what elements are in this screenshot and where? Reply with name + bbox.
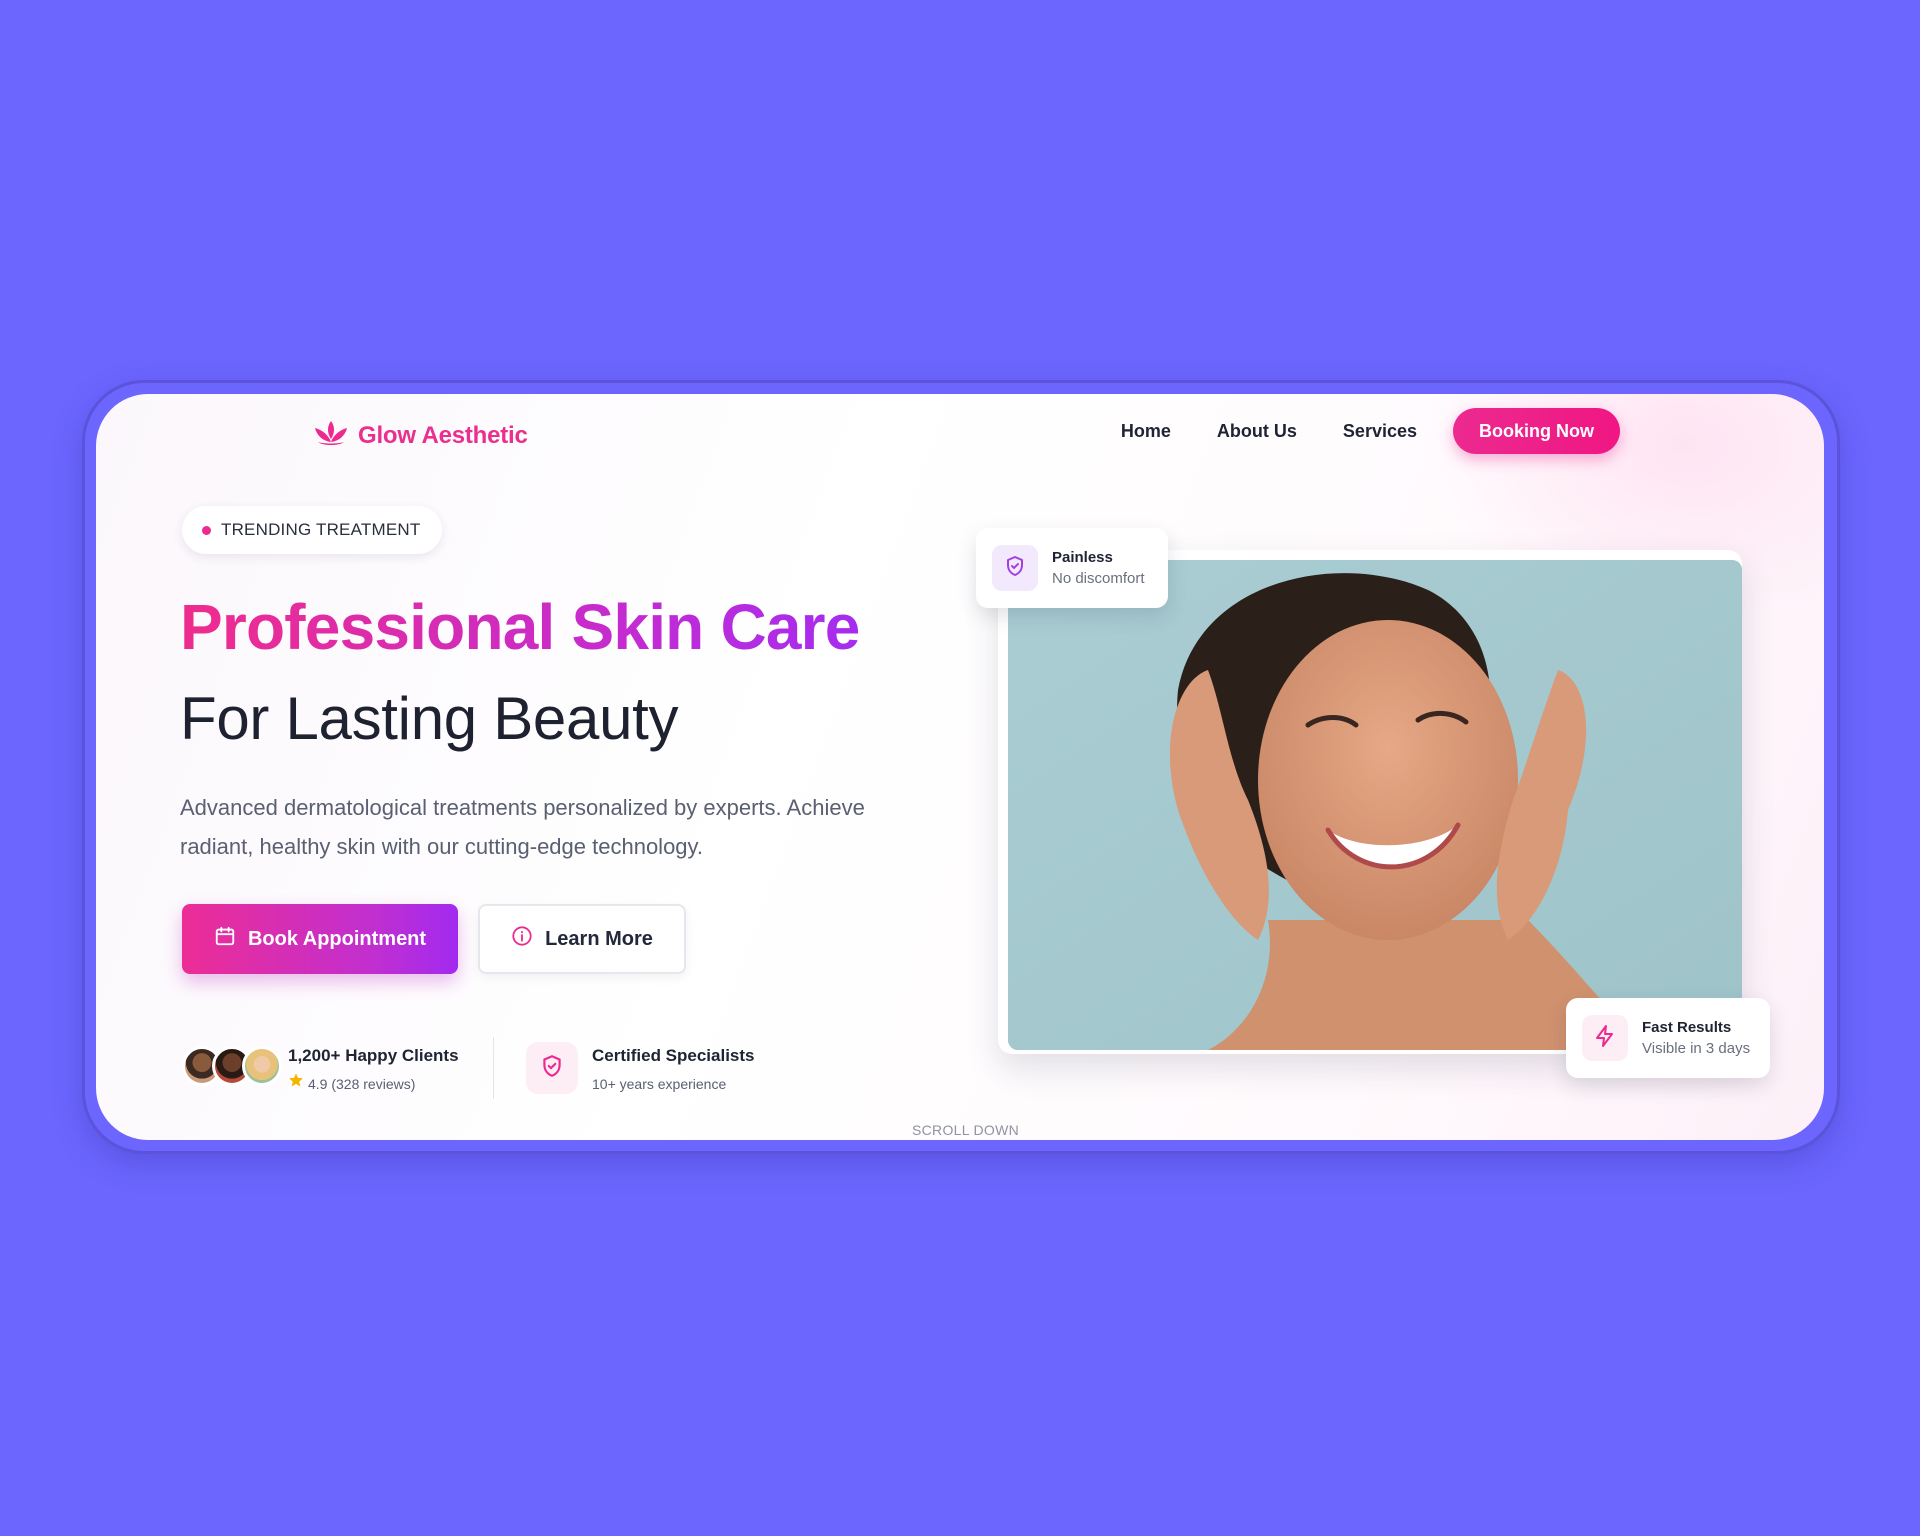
stats-divider xyxy=(493,1037,494,1099)
booking-now-button[interactable]: Booking Now xyxy=(1453,408,1620,454)
painless-card: Painless No discomfort xyxy=(976,528,1168,608)
nav-link-home[interactable]: Home xyxy=(1121,421,1171,442)
hero-photo-card xyxy=(998,550,1742,1054)
hero-title: Professional Skin Care xyxy=(180,591,860,663)
info-icon xyxy=(511,925,533,953)
badge-dot xyxy=(202,525,211,535)
fast-results-card: Fast Results Visible in 3 days xyxy=(1566,998,1770,1078)
certified-subtitle: 10+ years experience xyxy=(592,1076,727,1092)
happy-clients-count: 1,200+ Happy Clients xyxy=(288,1046,459,1065)
shield-check-icon xyxy=(1003,554,1027,583)
hero-photo xyxy=(1008,560,1742,1050)
scroll-down-hint[interactable]: SCROLL DOWN xyxy=(912,1122,1019,1138)
lotus-icon xyxy=(312,418,350,453)
painless-subtitle: No discomfort xyxy=(1052,570,1145,587)
calendar-icon xyxy=(214,925,236,953)
hero-description: Advanced dermatological treatments perso… xyxy=(180,795,865,859)
book-appointment-button[interactable]: Book Appointment xyxy=(182,904,458,974)
trending-badge: TRENDING TREATMENT xyxy=(182,506,443,554)
main-nav: Home About Us Services Booking Now xyxy=(1121,408,1620,454)
brand-logo[interactable]: Glow Aesthetic xyxy=(312,418,528,453)
learn-more-label: Learn More xyxy=(545,927,653,950)
nav-link-services[interactable]: Services xyxy=(1343,421,1417,442)
hero-subtitle: For Lasting Beauty xyxy=(180,685,679,752)
client-avatars xyxy=(182,1046,282,1086)
landing-page: Glow Aesthetic Home About Us Services Bo… xyxy=(96,394,1824,1140)
fast-results-title: Fast Results xyxy=(1642,1019,1732,1036)
fast-results-subtitle: Visible in 3 days xyxy=(1642,1040,1751,1057)
rating-text: 4.9 (328 reviews) xyxy=(308,1076,416,1092)
painless-icon-box xyxy=(992,545,1038,591)
certified-title: Certified Specialists xyxy=(592,1046,755,1065)
shield-check-icon xyxy=(539,1053,565,1084)
star-icon xyxy=(288,1072,304,1093)
nav-link-about[interactable]: About Us xyxy=(1217,421,1297,442)
painless-title: Painless xyxy=(1052,549,1113,566)
brand-name: Glow Aesthetic xyxy=(358,421,528,449)
avatar xyxy=(242,1046,282,1086)
fast-results-icon-box xyxy=(1582,1015,1628,1061)
lightning-icon xyxy=(1593,1024,1617,1053)
badge-label: TRENDING TREATMENT xyxy=(221,520,421,539)
book-appointment-label: Book Appointment xyxy=(247,927,427,950)
learn-more-button[interactable]: Learn More xyxy=(478,904,686,974)
certified-icon-box xyxy=(526,1042,578,1094)
